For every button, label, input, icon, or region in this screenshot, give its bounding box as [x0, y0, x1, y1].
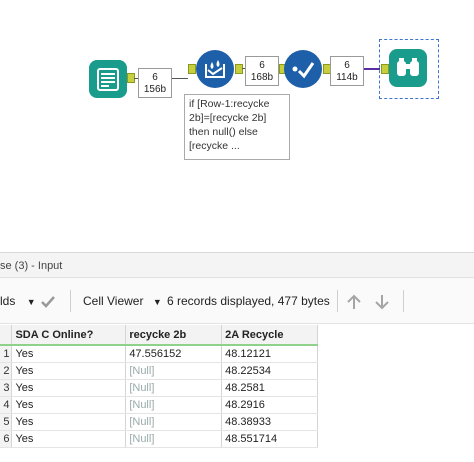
- book-icon: [97, 68, 119, 91]
- table-cell[interactable]: Yes: [11, 430, 127, 448]
- input-data-tool[interactable]: [89, 60, 127, 98]
- table-cell[interactable]: Yes: [11, 396, 127, 414]
- table-cell[interactable]: 48.22534: [221, 362, 318, 380]
- record-size: 168b: [250, 72, 274, 83]
- selected-connection-line[interactable]: [364, 68, 380, 70]
- input-anchor[interactable]: [381, 64, 389, 74]
- output-anchor[interactable]: [235, 64, 243, 74]
- record-count: 6: [152, 72, 158, 83]
- record-count: 6: [259, 60, 265, 71]
- table-cell[interactable]: 48.2581: [221, 379, 318, 397]
- table-row[interactable]: 2 Yes [Null] 48.22534: [0, 362, 318, 380]
- cell-viewer-dropdown[interactable]: Cell Viewer ▼: [83, 278, 162, 324]
- column-header[interactable]: SDA C Online?: [11, 325, 127, 346]
- workflow-canvas[interactable]: 6 156b 6 168b 6 114b if [Row-1:recycke 2…: [0, 0, 474, 240]
- header-row: SDA C Online? recycke 2b 2A Recycle: [0, 325, 318, 346]
- record-count: 6: [344, 60, 350, 71]
- table-row[interactable]: 1 Yes 47.556152 48.12121: [0, 345, 318, 363]
- table-cell[interactable]: Yes: [11, 345, 127, 363]
- records-displayed-text: 6 records displayed, 477 bytes: [167, 294, 330, 308]
- fields-dropdown[interactable]: lds ▼: [0, 278, 36, 324]
- table-cell[interactable]: Yes: [11, 362, 127, 380]
- table-cell[interactable]: 48.2916: [221, 396, 318, 414]
- arrow-up-icon[interactable]: [347, 278, 361, 324]
- record-count-box: 6 156b: [138, 68, 172, 98]
- binoculars-icon: [397, 58, 419, 76]
- row-number: 5: [0, 413, 13, 431]
- record-size: 156b: [143, 84, 167, 95]
- table-cell[interactable]: Yes: [11, 413, 127, 431]
- cell-viewer-label: Cell Viewer: [83, 294, 144, 308]
- select-check-icon: [292, 62, 315, 79]
- record-count-box: 6 168b: [245, 56, 279, 86]
- table-cell[interactable]: [Null]: [125, 362, 223, 380]
- record-count-box: 6 114b: [330, 56, 364, 86]
- table-row[interactable]: 4 Yes [Null] 48.2916: [0, 396, 318, 414]
- row-number: 3: [0, 379, 13, 397]
- table-cell[interactable]: 48.551714: [221, 430, 318, 448]
- table-cell[interactable]: [Null]: [125, 396, 223, 414]
- input-anchor[interactable]: [188, 64, 196, 74]
- table-cell[interactable]: 48.38933: [221, 413, 318, 431]
- annotation-line: then null() else: [189, 126, 258, 138]
- toolbar-divider: [403, 290, 404, 312]
- browse-tool[interactable]: [389, 49, 427, 87]
- multi-row-formula-icon: [205, 60, 225, 78]
- results-grid[interactable]: SDA C Online? recycke 2b 2A Recycle 1 Ye…: [0, 325, 318, 448]
- table-row[interactable]: 5 Yes [Null] 48.38933: [0, 413, 318, 431]
- table-cell[interactable]: [Null]: [125, 379, 223, 397]
- chevron-down-icon: ▼: [26, 297, 36, 307]
- apply-check-icon[interactable]: [40, 278, 56, 324]
- results-panel-header: se (3) - Input: [0, 252, 474, 278]
- panel-title: se (3) - Input: [0, 260, 63, 272]
- table-row[interactable]: 6 Yes [Null] 48.551714: [0, 430, 318, 448]
- results-toolbar: lds ▼ Cell Viewer ▼ 6 records displayed,…: [0, 278, 474, 324]
- column-header[interactable]: recycke 2b: [125, 325, 223, 346]
- tool-annotation: if [Row-1:recycke 2b]=[recycke 2b] then …: [184, 94, 290, 160]
- table-cell[interactable]: [Null]: [125, 430, 223, 448]
- chevron-down-icon: ▼: [152, 297, 162, 307]
- annotation-line: if [Row-1:recycke: [189, 98, 270, 110]
- row-number: 6: [0, 430, 13, 448]
- table-cell[interactable]: [Null]: [125, 413, 223, 431]
- row-number: 1: [0, 345, 13, 363]
- row-number-header: [0, 325, 13, 346]
- table-cell[interactable]: Yes: [11, 379, 127, 397]
- toolbar-divider: [337, 290, 338, 312]
- row-number: 4: [0, 396, 13, 414]
- toolbar-divider: [70, 290, 71, 312]
- fields-label: lds: [0, 294, 16, 308]
- multi-row-formula-tool[interactable]: [196, 50, 234, 88]
- annotation-line: [recycke ...: [189, 140, 240, 152]
- table-cell[interactable]: 48.12121: [221, 345, 318, 363]
- select-tool[interactable]: [284, 50, 322, 88]
- annotation-line: 2b]=[recycke 2b]: [189, 112, 267, 124]
- table-row[interactable]: 3 Yes [Null] 48.2581: [0, 379, 318, 397]
- arrow-down-icon[interactable]: [375, 278, 389, 324]
- table-cell[interactable]: 47.556152: [125, 345, 223, 363]
- column-header[interactable]: 2A Recycle: [221, 325, 318, 346]
- record-size: 114b: [336, 72, 358, 83]
- row-number: 2: [0, 362, 13, 380]
